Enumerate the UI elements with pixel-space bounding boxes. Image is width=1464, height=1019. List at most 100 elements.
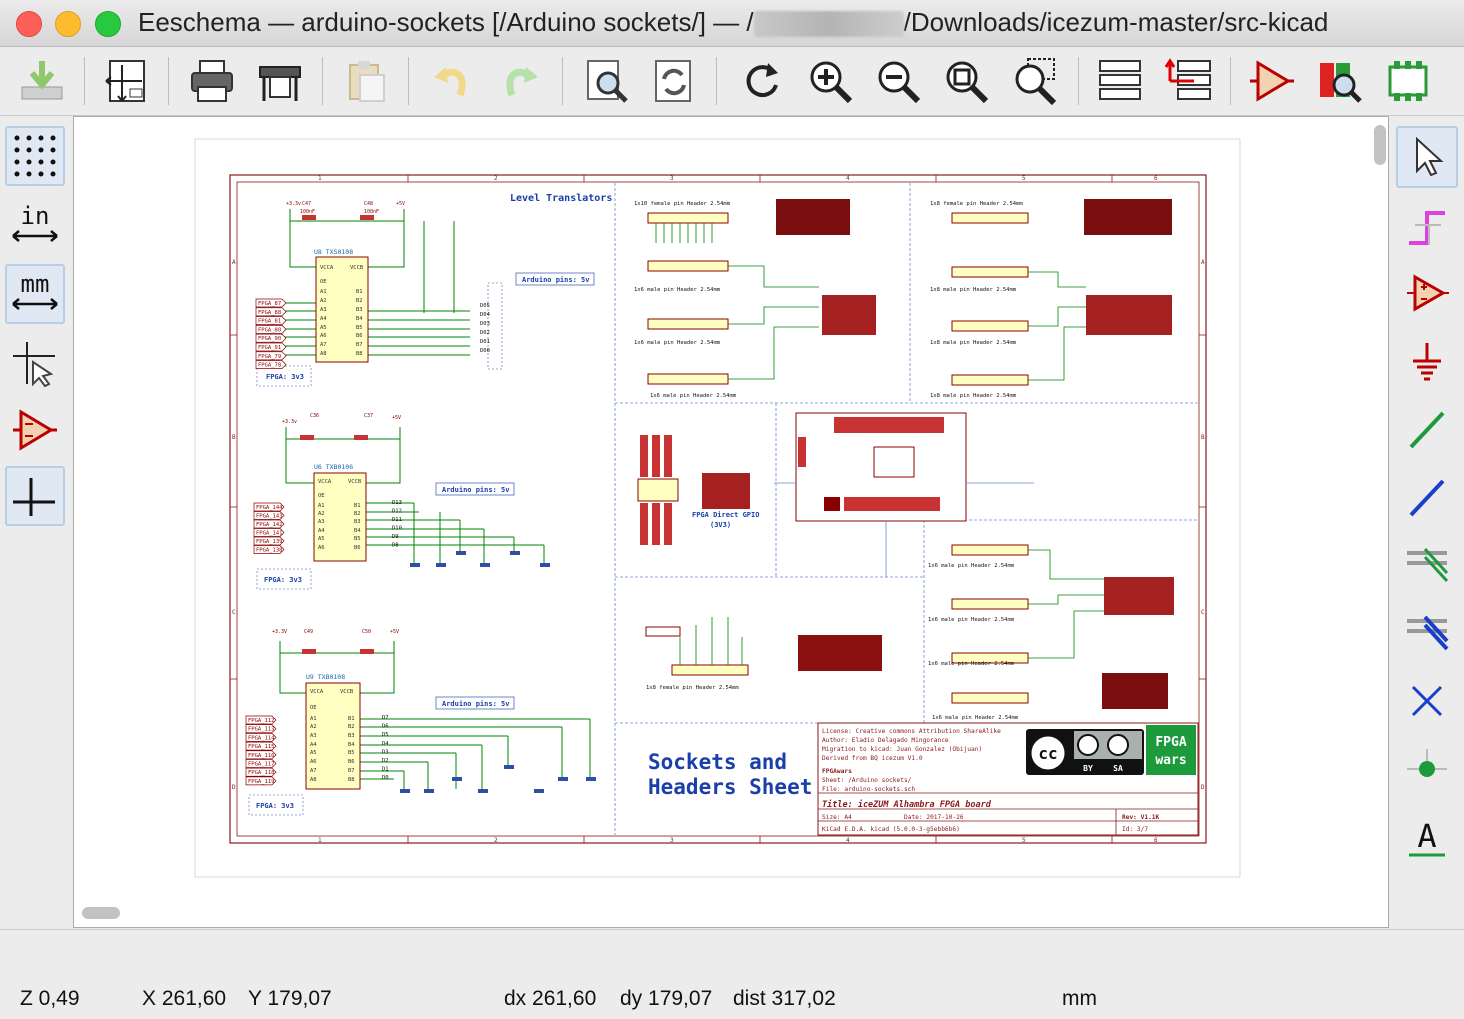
wire-angle-icon[interactable]	[5, 466, 65, 526]
author-text: Author: Eladio Delagado Mingorance	[822, 737, 949, 744]
u6-label: U6 TXB0106	[314, 463, 353, 471]
print-icon[interactable]	[186, 55, 238, 107]
fpga-net-label: FPGA_114	[248, 735, 275, 741]
fpga-net-label: FPGA_144	[256, 505, 283, 511]
arduino-net-name: D0	[382, 775, 389, 781]
hierarchy-navigator-icon[interactable]	[1094, 55, 1146, 107]
fpga-net-label: FPGA_88	[258, 310, 281, 316]
svg-text:+3.3v: +3.3v	[286, 201, 301, 207]
svg-text:A7: A7	[310, 768, 317, 774]
svg-text:B: B	[232, 434, 236, 441]
grid-toggle-icon[interactable]	[5, 126, 65, 186]
find-icon[interactable]	[580, 55, 632, 107]
zoom-window-button[interactable]	[95, 11, 121, 37]
undo-icon[interactable]	[426, 55, 478, 107]
add-power-icon[interactable]	[1396, 330, 1458, 392]
fpgawars-logo-text-1: FPGA	[1155, 735, 1186, 750]
add-wire-icon[interactable]	[1396, 398, 1458, 460]
add-bus-icon[interactable]	[1396, 466, 1458, 528]
schematic-canvas[interactable]: 1 2 3 4 5 6 1 2 3 4 5 6 A B C D A B C D Level Translator…	[73, 116, 1389, 928]
svg-text:5: 5	[1022, 837, 1026, 844]
distance-readout: dist 317,02	[733, 987, 836, 1010]
footprint-assign-icon[interactable]	[1382, 55, 1434, 107]
net-label-icon[interactable]: A	[1396, 806, 1458, 868]
redo-icon[interactable]	[494, 55, 546, 107]
add-symbol-icon[interactable]	[1396, 262, 1458, 324]
fpga-net-label: FPGA_115	[248, 744, 275, 750]
fpga-net-label: FPGA_81	[258, 319, 281, 325]
fpga-direct-gpio-label: FPGA Direct GPIO	[692, 511, 759, 519]
svg-text:VCCA: VCCA	[310, 689, 324, 695]
svg-text:C48: C48	[364, 201, 373, 207]
units-readout: mm	[1062, 987, 1097, 1010]
symbol-editor-icon[interactable]	[1246, 55, 1298, 107]
zoom-in-icon[interactable]	[804, 55, 856, 107]
svg-text:C36: C36	[310, 413, 319, 419]
wire-bus-entry-icon[interactable]	[1396, 534, 1458, 596]
junction-icon[interactable]	[1396, 738, 1458, 800]
plot-icon[interactable]	[254, 55, 306, 107]
save-icon[interactable]	[16, 55, 68, 107]
svg-text:B2: B2	[348, 724, 355, 730]
main-toolbar	[0, 47, 1464, 116]
horizontal-scrollbar[interactable]	[82, 907, 120, 919]
fpga-net-label: FPGA_117	[248, 762, 275, 768]
zoom-readout: Z 0,49	[20, 987, 80, 1010]
vertical-scrollbar[interactable]	[1374, 125, 1386, 165]
svg-text:B7: B7	[356, 342, 363, 348]
svg-text:+5V: +5V	[390, 629, 399, 635]
close-window-button[interactable]	[16, 11, 42, 37]
page-settings-icon[interactable]	[100, 55, 152, 107]
svg-text:B6: B6	[354, 545, 361, 551]
svg-text:B1: B1	[356, 289, 363, 295]
arduino-net-name: D7	[382, 715, 389, 721]
fpga-net-label: FPGA_91	[258, 345, 281, 351]
paste-icon[interactable]	[340, 55, 392, 107]
svg-text:1: 1	[318, 837, 322, 844]
svg-text:A5: A5	[310, 750, 317, 756]
mm-label: mm	[21, 270, 50, 298]
svg-text:6: 6	[1154, 175, 1158, 182]
svg-text:+3.3V: +3.3V	[272, 629, 287, 635]
cc-by-label: BY	[1083, 764, 1093, 773]
highlight-net-icon[interactable]	[1396, 196, 1458, 258]
j7-header-label: 1x8 male pin Header 2.54mm	[930, 340, 1017, 346]
svg-text:2: 2	[494, 837, 498, 844]
symbol-browser-icon[interactable]	[1314, 55, 1366, 107]
select-arrow-icon[interactable]	[1396, 126, 1458, 188]
svg-text:B6: B6	[356, 333, 363, 339]
svg-text:VCCA: VCCA	[318, 479, 332, 485]
svg-text:A2: A2	[320, 298, 327, 304]
bus-bus-entry-icon[interactable]	[1396, 602, 1458, 664]
zoom-out-icon[interactable]	[872, 55, 924, 107]
svg-text:A3: A3	[318, 519, 325, 525]
svg-text:A: A	[1201, 259, 1205, 266]
svg-text:B8: B8	[356, 351, 363, 357]
arduino-net-name: D13	[392, 500, 402, 506]
title-bar: Eeschema — arduino-sockets [/Arduino soc…	[0, 0, 1464, 47]
hidden-pins-icon[interactable]	[5, 400, 65, 460]
zoom-selection-icon[interactable]	[1008, 55, 1060, 107]
svg-text:VCCB: VCCB	[348, 479, 362, 485]
svg-text:OE: OE	[310, 705, 317, 711]
arduino-net-name: D4	[382, 741, 389, 747]
cursor-shape-icon[interactable]	[5, 334, 65, 394]
title-block: License: Creative commons Attribution Sh…	[817, 722, 1199, 836]
units-mm-icon[interactable]: mm	[5, 264, 65, 324]
svg-text:+5V: +5V	[396, 201, 405, 207]
sheet-title-line2: Headers Sheet	[648, 775, 812, 799]
arduino-net-name: D2	[382, 758, 389, 764]
window-title-suffix: /Downloads/icezum-master/src-kicad	[903, 7, 1329, 37]
minimize-window-button[interactable]	[55, 11, 81, 37]
fpga-net-label: FPGA_80	[258, 327, 281, 333]
no-connect-icon[interactable]	[1396, 670, 1458, 732]
svg-text:A4: A4	[320, 316, 327, 322]
svg-text:B6: B6	[348, 759, 355, 765]
leave-sheet-icon[interactable]	[1162, 55, 1214, 107]
redraw-icon[interactable]	[736, 55, 788, 107]
svg-text:6: 6	[1154, 837, 1158, 844]
zoom-fit-icon[interactable]	[940, 55, 992, 107]
units-inch-icon[interactable]: in	[5, 196, 65, 256]
find-replace-icon[interactable]	[648, 55, 700, 107]
schematic-sheet: 1 2 3 4 5 6 1 2 3 4 5 6 A B C D A B C D Level Translator…	[194, 138, 1241, 878]
